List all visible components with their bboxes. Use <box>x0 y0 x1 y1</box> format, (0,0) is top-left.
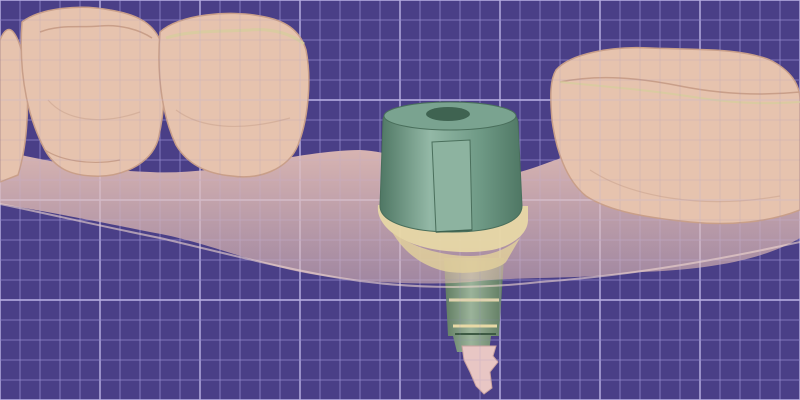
scene-canvas[interactable] <box>0 0 800 400</box>
tooth-molar-right <box>550 46 800 225</box>
3d-viewport[interactable] <box>0 0 800 400</box>
anti-rotation-flat <box>431 139 473 233</box>
screw-channel <box>426 107 470 121</box>
tooth-molar-center <box>158 12 310 178</box>
